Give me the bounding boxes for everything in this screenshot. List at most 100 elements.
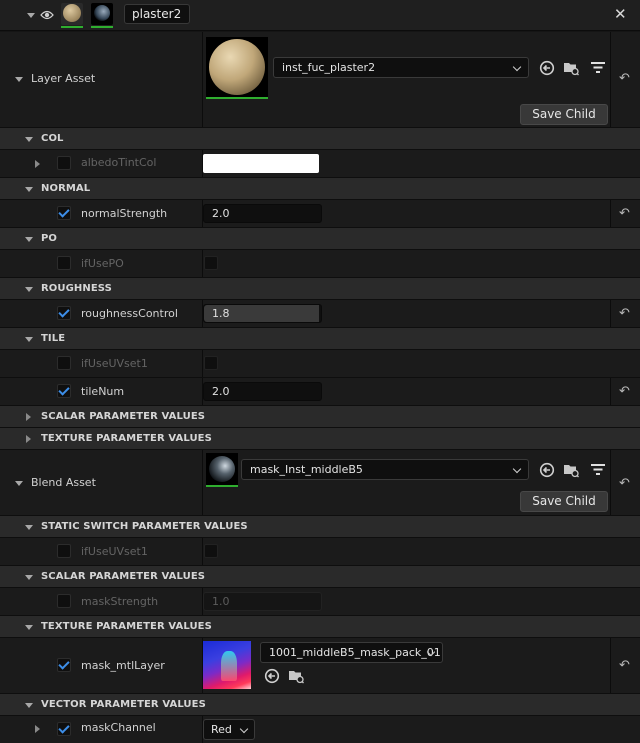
layer-asset-dropdown[interactable]: inst_fuc_plaster2 xyxy=(273,57,529,78)
category-static-switch[interactable]: STATIC SWITCH PARAMETER VALUES xyxy=(0,516,640,538)
expand-arrow-icon[interactable] xyxy=(25,525,33,530)
collapse-arrow-icon[interactable] xyxy=(27,13,35,18)
save-child-button[interactable]: Save Child xyxy=(520,491,608,512)
mask-texture-value: 1001_middleB5_mask_pack_01 xyxy=(269,646,441,659)
value-checkbox[interactable] xyxy=(204,256,218,270)
property-label: maskStrength xyxy=(81,595,159,608)
category-title: ROUGHNESS xyxy=(41,283,112,294)
value-checkbox[interactable] xyxy=(204,544,218,558)
reset-icon[interactable]: ↶ xyxy=(619,477,633,491)
layer-asset-label: Layer Asset xyxy=(31,72,96,85)
reset-icon[interactable]: ↶ xyxy=(619,659,633,673)
browse-folder-icon[interactable] xyxy=(288,668,304,684)
property-if-use-uvset1: ifUseUVset1 xyxy=(0,350,640,378)
mask-channel-value: Red xyxy=(211,723,232,736)
property-label: mask_mtlLayer xyxy=(81,659,165,672)
expand-arrow-icon[interactable] xyxy=(25,237,33,242)
override-checkbox[interactable] xyxy=(57,306,71,320)
expand-arrow-icon[interactable] xyxy=(35,160,40,168)
close-icon[interactable]: ✕ xyxy=(614,5,627,23)
layer-name-field[interactable]: plaster2 xyxy=(124,4,190,24)
property-label: tileNum xyxy=(81,385,125,398)
category-texture-params[interactable]: TEXTURE PARAMETER VALUES xyxy=(0,428,640,450)
override-checkbox[interactable] xyxy=(57,594,71,608)
override-checkbox[interactable] xyxy=(57,722,71,736)
category-title: TEXTURE PARAMETER VALUES xyxy=(41,433,212,444)
use-selected-icon[interactable] xyxy=(264,668,280,684)
layer-thumbnail[interactable] xyxy=(61,3,83,25)
property-if-use-po: ifUsePO xyxy=(0,250,640,278)
property-albedo-tint: albedoTintCol xyxy=(0,150,640,178)
mask-strength-input[interactable]: 1.0 xyxy=(203,592,322,611)
category-title: TEXTURE PARAMETER VALUES xyxy=(41,621,212,632)
value-checkbox[interactable] xyxy=(204,356,218,370)
expand-arrow-icon[interactable] xyxy=(25,187,33,192)
override-checkbox[interactable] xyxy=(57,544,71,558)
eye-icon[interactable] xyxy=(40,9,54,21)
layer-asset-value: inst_fuc_plaster2 xyxy=(282,61,376,74)
category-title: PO xyxy=(41,233,58,244)
use-selected-icon[interactable] xyxy=(539,462,555,478)
property-normal-strength: normalStrength 2.0 ↶ xyxy=(0,200,640,228)
reset-icon[interactable]: ↶ xyxy=(619,385,633,399)
roughness-control-slider[interactable]: 1.8 xyxy=(203,304,322,323)
expand-arrow-icon[interactable] xyxy=(26,435,31,443)
category-roughness[interactable]: ROUGHNESS xyxy=(0,278,640,300)
expand-arrow-icon[interactable] xyxy=(25,287,33,292)
browse-folder-icon[interactable] xyxy=(563,60,579,76)
category-normal[interactable]: NORMAL xyxy=(0,178,640,200)
reset-icon[interactable]: ↶ xyxy=(619,207,633,221)
filter-options-icon[interactable] xyxy=(590,462,606,478)
expand-arrow-icon[interactable] xyxy=(26,413,31,421)
category-tile[interactable]: TILE xyxy=(0,328,640,350)
blend-asset-thumbnail[interactable] xyxy=(206,453,238,485)
category-blend-texture[interactable]: TEXTURE PARAMETER VALUES xyxy=(0,616,640,638)
filter-options-icon[interactable] xyxy=(590,60,606,76)
tile-num-input[interactable]: 2.0 xyxy=(203,382,322,401)
save-child-button[interactable]: Save Child xyxy=(520,104,608,125)
layer-asset-thumbnail[interactable] xyxy=(206,37,268,97)
expand-arrow-icon[interactable] xyxy=(25,575,33,580)
category-po[interactable]: PO xyxy=(0,228,640,250)
reset-icon[interactable]: ↶ xyxy=(619,307,633,321)
property-blend-uvset1: ifUseUVset1 xyxy=(0,538,640,566)
expand-arrow-icon[interactable] xyxy=(25,337,33,342)
property-mask-strength: maskStrength 1.0 xyxy=(0,588,640,616)
override-checkbox[interactable] xyxy=(57,156,71,170)
category-col[interactable]: COL xyxy=(0,128,640,150)
reset-icon[interactable]: ↶ xyxy=(619,72,633,86)
chevron-down-icon xyxy=(512,62,522,72)
albedo-color-swatch[interactable] xyxy=(203,154,319,173)
browse-folder-icon[interactable] xyxy=(563,462,579,478)
override-checkbox[interactable] xyxy=(57,658,71,672)
blend-asset-value: mask_Inst_middleB5 xyxy=(250,463,363,476)
category-title: SCALAR PARAMETER VALUES xyxy=(41,571,206,582)
category-scalar-params[interactable]: SCALAR PARAMETER VALUES xyxy=(0,406,640,428)
category-title: NORMAL xyxy=(41,183,91,194)
normal-strength-input[interactable]: 2.0 xyxy=(203,204,322,223)
category-title: VECTOR PARAMETER VALUES xyxy=(41,699,206,710)
use-selected-icon[interactable] xyxy=(539,60,555,76)
property-label: ifUsePO xyxy=(81,257,124,270)
chevron-down-icon xyxy=(512,464,522,474)
category-blend-vector[interactable]: VECTOR PARAMETER VALUES xyxy=(0,694,640,716)
override-checkbox[interactable] xyxy=(57,206,71,220)
override-checkbox[interactable] xyxy=(57,256,71,270)
expand-arrow-icon[interactable] xyxy=(25,625,33,630)
mask-channel-dropdown[interactable]: Red xyxy=(203,719,255,740)
mask-texture-thumbnail[interactable] xyxy=(203,641,251,689)
category-blend-scalar[interactable]: SCALAR PARAMETER VALUES xyxy=(0,566,640,588)
override-checkbox[interactable] xyxy=(57,384,71,398)
property-label: albedoTintCol xyxy=(81,156,157,169)
blend-asset-label: Blend Asset xyxy=(31,476,96,489)
mask-texture-dropdown[interactable]: 1001_middleB5_mask_pack_01 xyxy=(260,642,443,663)
expand-arrow-icon[interactable] xyxy=(15,77,23,82)
blend-asset-dropdown[interactable]: mask_Inst_middleB5 xyxy=(241,459,529,480)
category-title: STATIC SWITCH PARAMETER VALUES xyxy=(41,521,248,532)
expand-arrow-icon[interactable] xyxy=(15,481,23,486)
override-checkbox[interactable] xyxy=(57,356,71,370)
blend-thumbnail[interactable] xyxy=(91,3,113,25)
expand-arrow-icon[interactable] xyxy=(25,137,33,142)
expand-arrow-icon[interactable] xyxy=(25,703,33,708)
expand-arrow-icon[interactable] xyxy=(35,725,40,733)
